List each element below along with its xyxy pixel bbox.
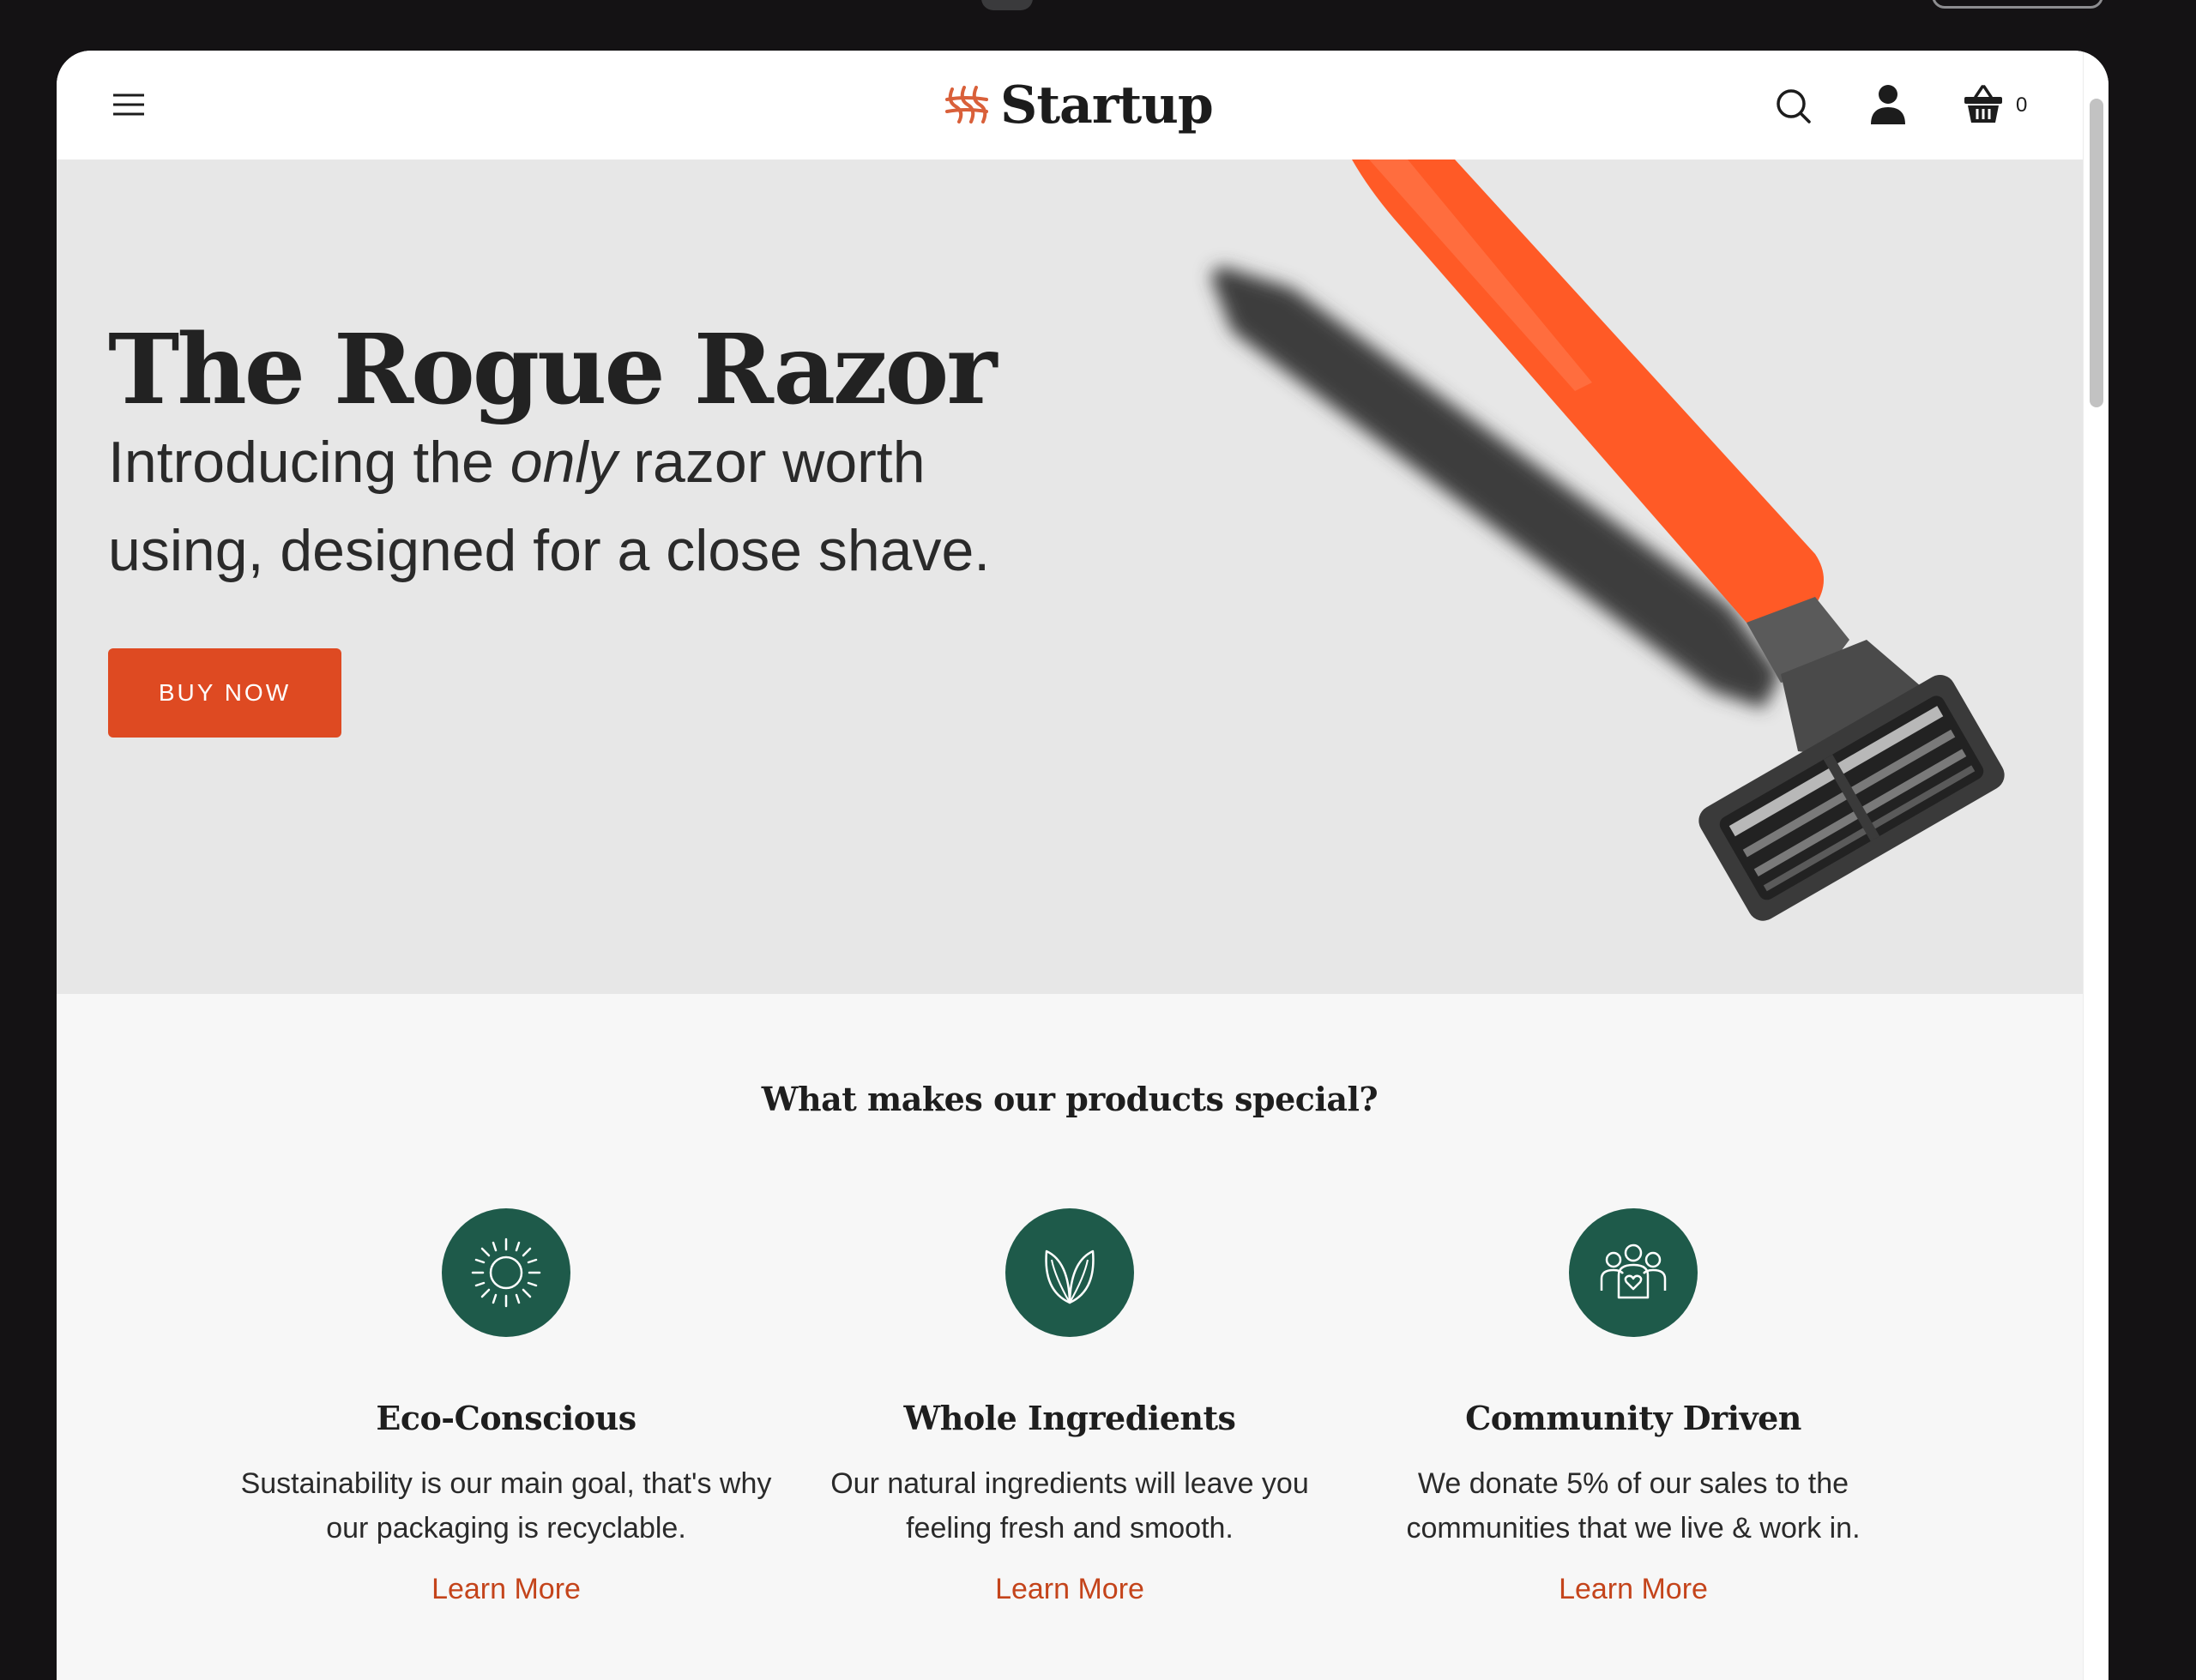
- features-section: What makes our products special? Eco-Con…: [57, 994, 2083, 1680]
- page-content: Startup 0 The Rogue Razor Introducing th…: [57, 51, 2083, 1680]
- community-icon: [1600, 1243, 1667, 1299]
- account-icon[interactable]: [1868, 83, 1908, 126]
- razor-product-image: [1211, 160, 2005, 921]
- feature-description: Sustainability is our main goal, that's …: [240, 1467, 772, 1545]
- feature-title: Whole Ingredients: [903, 1399, 1236, 1437]
- leaf-icon: [1045, 1249, 1095, 1304]
- brand-name: Startup: [1000, 75, 1214, 135]
- hamburger-menu-icon[interactable]: [112, 90, 146, 119]
- feature-description: We donate 5% of our sales to the communi…: [1406, 1467, 1861, 1545]
- cart-count: 0: [2016, 93, 2028, 117]
- window-control: [981, 0, 1033, 10]
- sun-icon: [471, 1237, 541, 1308]
- hero-subtitle: Introducing the only razor worth using, …: [108, 418, 1052, 595]
- feature-icon-badge: [1005, 1208, 1134, 1337]
- feature-description: Our natural ingredients will leave you f…: [830, 1467, 1309, 1545]
- features-heading: What makes our products special?: [761, 1080, 1379, 1118]
- browser-window: Startup 0 The Rogue Razor Introducing th…: [57, 51, 2109, 1680]
- feature-card-eco: Eco-Conscious Sustainability is our main…: [240, 1208, 772, 1606]
- hero-subtitle-start: Introducing the: [108, 430, 510, 495]
- learn-more-link-ingredients[interactable]: Learn More: [995, 1573, 1144, 1606]
- feature-icon-badge: [442, 1208, 570, 1337]
- cart-basket-icon[interactable]: [1962, 83, 2005, 126]
- hero-subtitle-emphasis: only: [510, 430, 618, 495]
- feature-card-community: Community Driven We donate 5% of our sal…: [1367, 1208, 1899, 1606]
- window-pill-button[interactable]: [1932, 0, 2103, 9]
- logo-mark-icon: [945, 86, 988, 123]
- learn-more-link-community[interactable]: Learn More: [1559, 1573, 1708, 1606]
- hero-title: The Rogue Razor: [108, 314, 997, 426]
- search-icon[interactable]: [1772, 85, 1815, 128]
- feature-title: Community Driven: [1465, 1399, 1801, 1437]
- scrollbar-thumb[interactable]: [2090, 99, 2103, 407]
- learn-more-link-eco[interactable]: Learn More: [431, 1573, 581, 1606]
- buy-now-button[interactable]: BUY NOW: [108, 648, 341, 738]
- hero-banner: The Rogue Razor Introducing the only raz…: [57, 160, 2083, 994]
- feature-title: Eco-Conscious: [376, 1399, 636, 1437]
- feature-icon-badge: [1569, 1208, 1698, 1337]
- brand-logo[interactable]: Startup: [944, 69, 1214, 142]
- feature-card-ingredients: Whole Ingredients Our natural ingredient…: [804, 1208, 1336, 1606]
- site-header: Startup 0: [57, 51, 2083, 160]
